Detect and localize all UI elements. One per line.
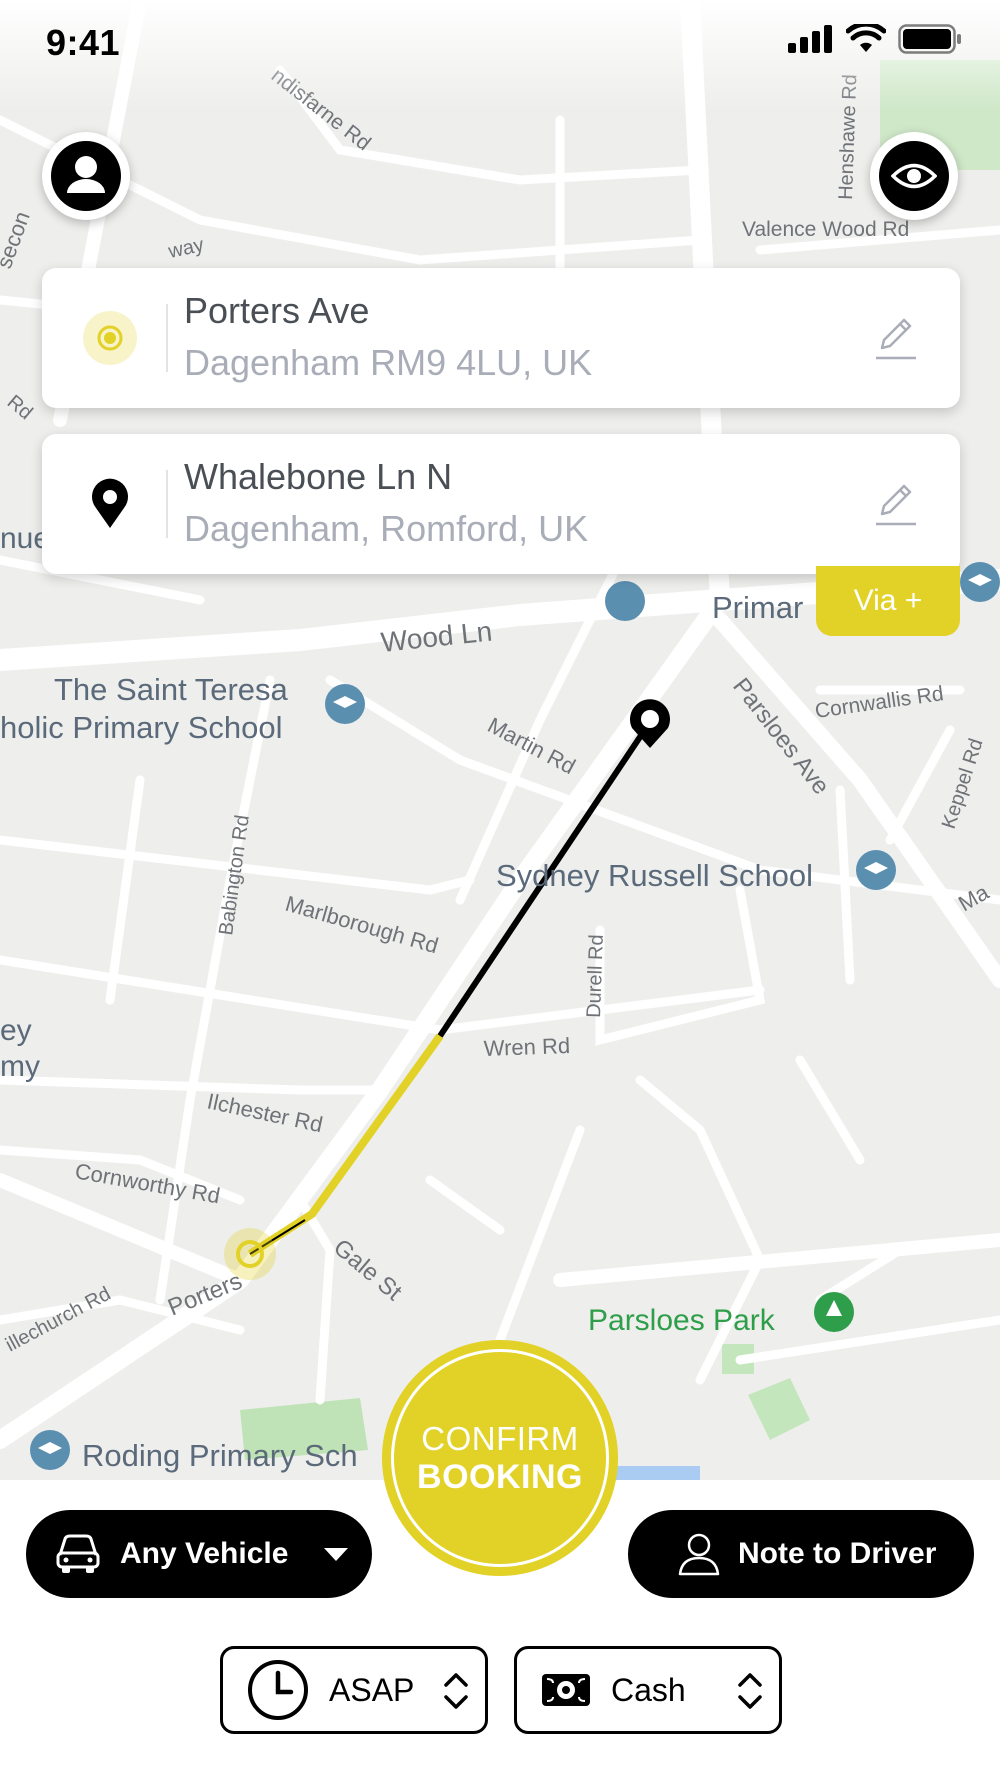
map-pin-icon [92, 478, 128, 528]
confirm-booking-ring: CONFIRM BOOKING [391, 1349, 609, 1567]
map-label: ey [0, 1014, 32, 1047]
add-via-button[interactable]: Via + [816, 566, 960, 636]
card-divider [166, 470, 168, 538]
car-icon [56, 1534, 100, 1573]
school-icon [325, 684, 365, 724]
cellular-signal-icon [788, 25, 832, 53]
map-label: my [0, 1050, 40, 1083]
dropoff-title: Whalebone Ln N [184, 456, 453, 497]
visibility-button[interactable] [870, 132, 958, 220]
chevron-updown-icon [444, 1673, 468, 1709]
pencil-icon[interactable] [872, 314, 920, 362]
person-circle-icon [53, 143, 119, 209]
confirm-booking-button[interactable]: CONFIRM BOOKING [382, 1340, 618, 1576]
school-icon [30, 1430, 70, 1470]
mosque-icon [605, 581, 645, 621]
map-label: Durell Rd [583, 934, 608, 1018]
map-label: way [165, 234, 205, 263]
park-icon [814, 1292, 854, 1332]
map-label: Valence Wood Rd [742, 218, 909, 241]
person-outline-icon [678, 1533, 720, 1576]
eye-icon [891, 163, 937, 189]
eye-icon-bg [879, 141, 949, 211]
pickup-icon-wrap [80, 308, 140, 368]
status-bar: 9:41 [0, 0, 1000, 90]
vehicle-selector-label: Any Vehicle [120, 1537, 289, 1570]
map-label: The Saint Teresa [54, 672, 289, 707]
dropoff-card[interactable]: Whalebone Ln N Dagenham, Romford, UK [42, 434, 960, 574]
confirm-line1: CONFIRM [421, 1419, 579, 1457]
vehicle-selector-button[interactable]: Any Vehicle [26, 1510, 372, 1598]
time-select-value: ASAP [329, 1671, 415, 1708]
status-icons [788, 24, 962, 54]
wifi-icon [846, 24, 886, 52]
map-label: Parsloes Park [588, 1304, 776, 1337]
school-icon [856, 850, 896, 890]
clock-icon [248, 1660, 308, 1720]
note-to-driver-label: Note to Driver [738, 1537, 937, 1570]
map-canvas: Wood Ln The Saint Teresa holic Primary S… [0, 0, 1000, 1480]
map-view[interactable]: Wood Ln The Saint Teresa holic Primary S… [0, 0, 1000, 1480]
map-label: Roding Primary Sch [82, 1438, 358, 1473]
status-time: 9:41 [46, 22, 121, 63]
dropoff-subtitle: Dagenham, Romford, UK [184, 508, 589, 549]
pickup-card[interactable]: Porters Ave Dagenham RM9 4LU, UK [42, 268, 960, 408]
map-label: Gale St [328, 1234, 407, 1306]
map-label: Primar [712, 590, 803, 625]
pencil-icon[interactable] [872, 480, 920, 528]
school-icon [960, 562, 1000, 602]
map-label: Ilchester Rd [205, 1088, 325, 1137]
map-label: Keppel Rd [938, 736, 988, 832]
time-select[interactable]: ASAP [220, 1646, 488, 1734]
profile-button[interactable] [42, 132, 130, 220]
map-label: holic Primary School [0, 710, 283, 745]
target-dot-icon [83, 311, 137, 365]
payment-select[interactable]: Cash [514, 1646, 782, 1734]
cash-icon [542, 1674, 590, 1706]
payment-select-value: Cash [611, 1671, 686, 1708]
map-label: Sydney Russell School [496, 858, 813, 893]
map-label: Babington Rd [215, 814, 254, 937]
pickup-title: Porters Ave [184, 290, 370, 331]
map-label: Marlborough Rd [283, 891, 442, 959]
profile-icon-bg [51, 141, 121, 211]
card-divider [166, 304, 168, 372]
water-area [610, 1466, 700, 1480]
map-label: Rd [3, 391, 37, 424]
caret-down-icon [324, 1548, 348, 1561]
chevron-updown-icon [738, 1673, 762, 1709]
pickup-subtitle: Dagenham RM9 4LU, UK [184, 342, 593, 383]
confirm-line2: BOOKING [417, 1457, 583, 1496]
map-label: Wren Rd [483, 1033, 570, 1061]
park-area [748, 1378, 810, 1440]
map-label: secon [0, 208, 35, 272]
note-to-driver-button[interactable]: Note to Driver [628, 1510, 974, 1598]
battery-icon [898, 24, 961, 54]
dropoff-icon-wrap [80, 474, 140, 534]
